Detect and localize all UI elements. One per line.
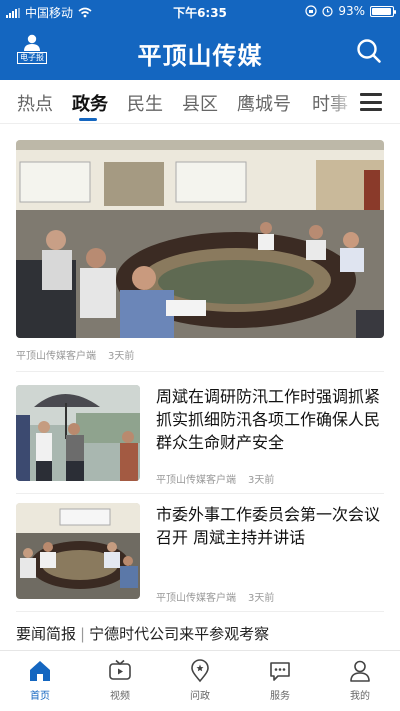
- divider: [16, 493, 384, 494]
- tab-counties[interactable]: 县区: [182, 90, 237, 116]
- menu-icon[interactable]: [360, 93, 382, 111]
- nav-service[interactable]: 服务: [240, 651, 320, 711]
- location-pin-icon: [191, 659, 209, 683]
- hero-meta: 平顶山传媒客户端 3天前: [16, 347, 384, 362]
- article-source: 平顶山传媒客户端: [156, 475, 236, 486]
- nav-video[interactable]: 视频: [80, 651, 160, 711]
- tv-icon: [109, 659, 131, 680]
- nav-label: 首页: [30, 691, 50, 702]
- status-bar: 中国移动 下午6:35 93%: [0, 0, 400, 22]
- brief-label: 要闻简报: [16, 625, 77, 643]
- bottom-navigation: 首页 视频 问政 服务 我的: [0, 650, 400, 711]
- article-time: 3天前: [108, 351, 135, 362]
- article-source: 平顶山传媒客户端: [16, 351, 96, 362]
- user-icon: [350, 660, 370, 682]
- orientation-lock-icon: [305, 5, 317, 17]
- brand-title: 平顶山传媒: [137, 42, 263, 70]
- app-header: 电子报 平顶山传媒: [0, 22, 400, 80]
- nav-label: 我的: [350, 691, 370, 702]
- article-thumbnail: [16, 503, 140, 599]
- battery-percent: 93%: [338, 4, 365, 18]
- article-time: 3天前: [248, 475, 275, 486]
- article-time: 3天前: [248, 593, 275, 604]
- home-icon: [30, 661, 50, 681]
- article-title: 市委外事工作委员会第一次会议召开 周斌主持并讲话: [156, 505, 381, 547]
- hero-image: [16, 140, 384, 338]
- hero-article[interactable]: 平顶山传媒客户端 3天前: [16, 140, 384, 362]
- article-thumbnail: [16, 385, 140, 481]
- article-title: 周斌在调研防汛工作时强调抓紧抓实抓细防汛各项工作确保人民群众生命财产安全: [156, 387, 381, 452]
- news-item[interactable]: 市委外事工作委员会第一次会议召开 周斌主持并讲话 平顶山传媒客户端 3天前: [16, 503, 384, 604]
- tab-livelihood[interactable]: 民生: [127, 90, 182, 116]
- article-meta: 平顶山传媒客户端 3天前: [156, 589, 274, 604]
- nav-label: 问政: [190, 691, 210, 702]
- tab-hot[interactable]: 热点: [17, 90, 72, 116]
- alarm-icon: [322, 6, 333, 17]
- nav-label: 视频: [110, 691, 130, 702]
- search-icon[interactable]: [356, 38, 382, 64]
- divider: [16, 371, 384, 372]
- chat-icon: [270, 662, 290, 681]
- tab-government[interactable]: 政务: [72, 90, 127, 116]
- tab-yingcheng[interactable]: 鹰城号: [237, 90, 312, 116]
- nav-label: 服务: [270, 691, 290, 702]
- active-tab-indicator: [79, 118, 97, 121]
- channel-tabs: 热点 政务 民生 县区 鹰城号 时事: [0, 80, 400, 124]
- nav-inquiry[interactable]: 问政: [160, 651, 240, 711]
- divider: [16, 611, 384, 612]
- news-feed: 平顶山传媒客户端 3天前 周斌在调研防汛工作时强调抓紧抓实抓细防汛各项工作确保人…: [0, 125, 400, 650]
- article-source: 平顶山传媒客户端: [156, 593, 236, 604]
- nav-profile[interactable]: 我的: [320, 651, 400, 711]
- news-brief[interactable]: 要闻简报 | 宁德时代公司来平参观考察: [16, 623, 269, 644]
- brief-text: 宁德时代公司来平参观考察: [89, 625, 270, 643]
- brief-separator: |: [80, 625, 86, 643]
- nav-home[interactable]: 首页: [0, 651, 80, 711]
- battery-icon: [370, 5, 396, 17]
- article-meta: 平顶山传媒客户端 3天前: [156, 471, 274, 486]
- news-item[interactable]: 周斌在调研防汛工作时强调抓紧抓实抓细防汛各项工作确保人民群众生命财产安全 平顶山…: [16, 385, 384, 486]
